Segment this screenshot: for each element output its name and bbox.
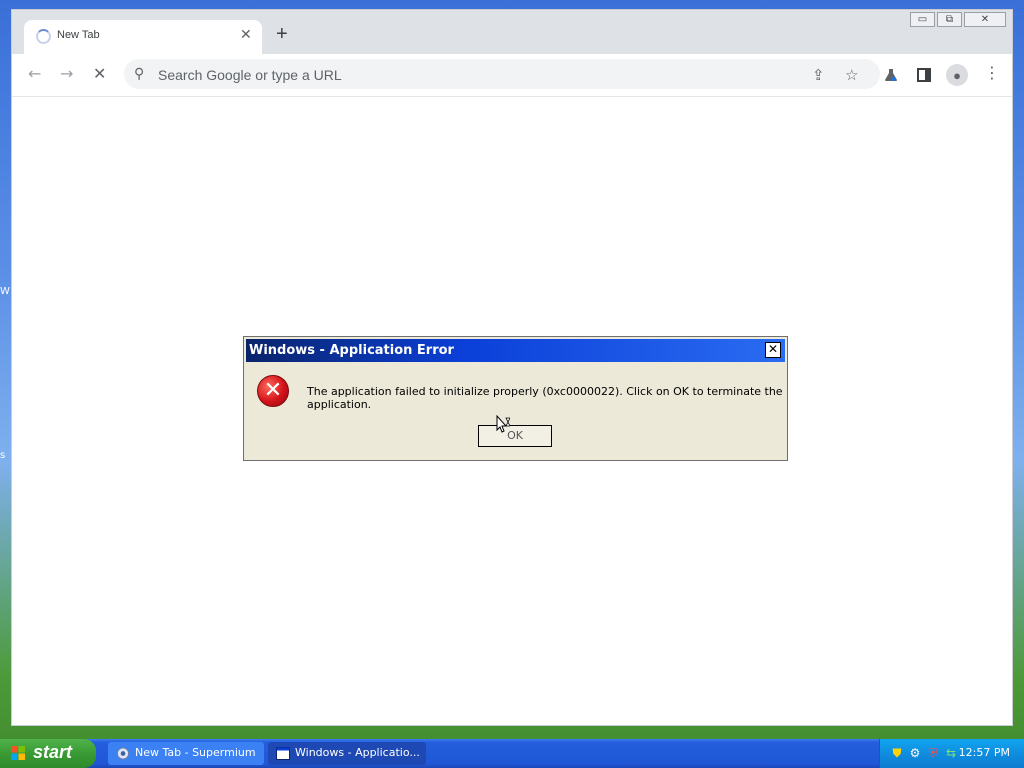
busy-cursor-icon [496,415,510,433]
minimize-button[interactable]: ▭ [910,12,935,27]
desktop-edge-text: s [0,450,6,461]
window-controls: ▭ ⧉ ✕ [910,12,1006,27]
tab-strip: New Tab ✕ + ▭ ⧉ ✕ [12,10,1012,54]
taskbar: start New Tab - Supermium Windows - Appl… [0,739,1024,768]
loading-spinner-icon [36,29,51,44]
browser-toolbar: ← → ✕ ⚲ ⇪ ☆ ● ⋮ [12,54,1012,97]
alert-shield-icon[interactable]: ⛨ [926,746,940,760]
application-error-dialog: Windows - Application Error ✕ ✕ The appl… [243,336,788,461]
start-button[interactable]: start [0,739,96,768]
dialog-title: Windows - Application Error [249,343,454,358]
tab-close-icon[interactable]: ✕ [240,26,252,43]
close-window-button[interactable]: ✕ [964,12,1006,27]
dialog-close-button[interactable]: ✕ [765,342,781,358]
ok-button[interactable]: OK [478,425,552,447]
window-icon [276,747,290,760]
start-label: start [33,742,73,762]
tab-title: New Tab [57,29,100,41]
new-tab-button[interactable]: + [276,24,288,44]
taskbar-item-application-error[interactable]: Windows - Applicatio... [268,742,426,765]
side-panel-icon[interactable] [917,68,931,82]
restore-button[interactable]: ⧉ [937,12,962,27]
browser-icon [116,747,130,760]
network-icon[interactable]: ⚙ [908,746,922,760]
labs-icon[interactable] [884,68,898,82]
stop-loading-icon[interactable]: ✕ [93,66,106,82]
windows-logo-icon [11,746,25,760]
taskbar-item-supermium[interactable]: New Tab - Supermium [108,742,264,765]
clock: 12:57 PM [958,746,1010,759]
forward-icon[interactable]: → [60,66,73,82]
dialog-title-bar[interactable]: Windows - Application Error ✕ [246,339,785,362]
share-icon[interactable]: ⇪ [812,66,825,84]
back-icon[interactable]: ← [28,66,41,82]
security-shield-icon[interactable]: ⛊ [890,746,904,760]
omnibox[interactable]: ⚲ ⇪ ☆ [124,59,880,89]
connection-icon[interactable]: ⇆ [944,746,958,760]
profile-avatar-icon[interactable]: ● [946,64,968,86]
taskbar-item-label: Windows - Applicatio... [295,746,420,759]
menu-icon[interactable]: ⋮ [984,65,1000,81]
search-icon: ⚲ [134,66,145,82]
dialog-message: The application failed to initialize pro… [307,385,783,411]
system-tray: ⛊ ⚙ ⛨ ⇆ 12:57 PM [879,739,1024,768]
taskbar-item-label: New Tab - Supermium [135,746,256,759]
address-bar-input[interactable] [156,63,760,87]
error-icon: ✕ [257,375,289,407]
desktop-edge-text: W [0,286,10,297]
bookmark-star-icon[interactable]: ☆ [845,66,858,84]
